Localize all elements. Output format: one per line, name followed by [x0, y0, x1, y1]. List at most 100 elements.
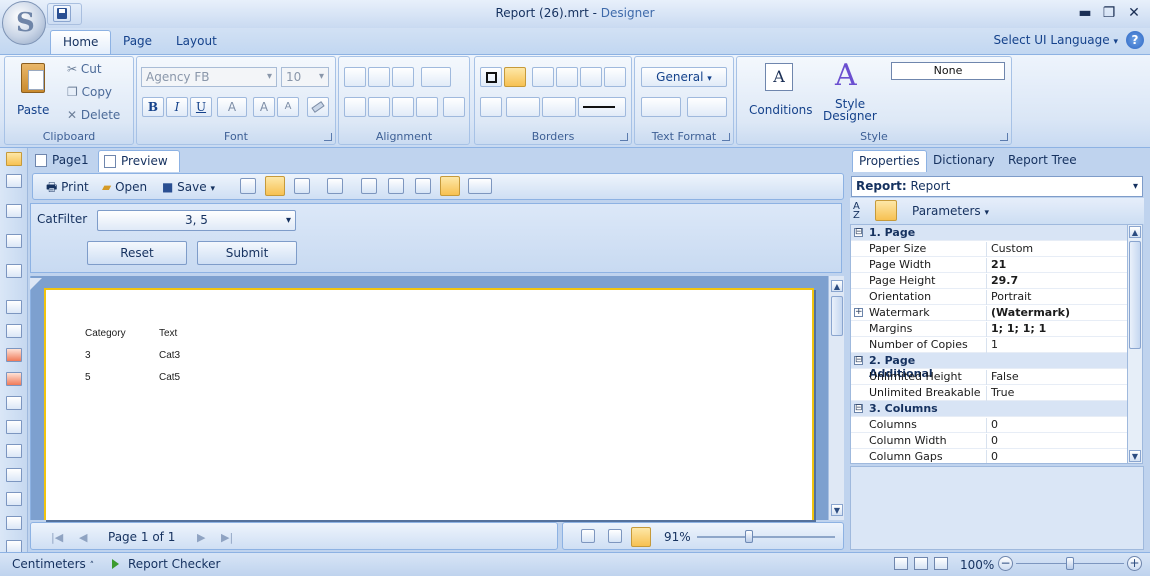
property-value[interactable]: 0 [986, 418, 1127, 433]
cut-button[interactable]: ✂ Cut [67, 62, 102, 76]
export-menu-icon[interactable] [468, 178, 492, 194]
property-row[interactable]: Number of Copies 1 [851, 337, 1127, 353]
save-button[interactable]: ■ Save ▾ [162, 178, 215, 198]
align-justify-icon[interactable] [416, 97, 438, 117]
font-dialog-launcher[interactable] [324, 133, 332, 141]
text-rotation-icon[interactable] [421, 67, 451, 87]
style-designer-button[interactable]: A Style Designer [819, 61, 881, 124]
image-component-icon[interactable] [6, 348, 22, 362]
maximize-button[interactable]: ❐ [1099, 4, 1119, 22]
property-category[interactable]: ⊟ 2. Page Additional [851, 353, 1127, 380]
scroll-thumb[interactable] [1129, 241, 1141, 349]
status-zoom-thumb[interactable] [1066, 557, 1074, 570]
property-row[interactable]: Page Height 29.7 [851, 273, 1127, 289]
last-page-icon[interactable]: ▶| [221, 531, 233, 544]
preview-vertical-scrollbar[interactable]: ▲ ▼ [828, 276, 844, 520]
tab-page1[interactable]: Page1 [30, 150, 95, 172]
minimize-button[interactable]: ▬ [1075, 4, 1095, 22]
object-selector[interactable]: Report: Report [851, 176, 1143, 197]
fill-color-icon[interactable] [506, 97, 540, 117]
text-format-dialog-launcher[interactable] [722, 133, 730, 141]
report-checker-button[interactable]: Report Checker [128, 557, 220, 571]
shape-component-icon[interactable] [6, 444, 22, 458]
two-pages-icon[interactable] [415, 178, 431, 194]
property-value[interactable]: True [986, 386, 1127, 401]
ribbon-tab-layout[interactable]: Layout [164, 30, 229, 54]
next-page-icon[interactable]: ▶ [197, 531, 205, 544]
property-value[interactable]: 1; 1; 1; 1 [986, 322, 1127, 337]
style-dialog-launcher[interactable] [1000, 133, 1008, 141]
property-value[interactable]: Portrait [986, 290, 1127, 305]
collapse-icon[interactable]: ⊟ [854, 404, 863, 413]
editor-icon[interactable] [440, 176, 460, 196]
property-grid-scrollbar[interactable]: ▲ ▼ [1127, 224, 1143, 464]
align-center-icon[interactable] [368, 97, 390, 117]
border-color-icon[interactable] [542, 97, 576, 117]
ribbon-tab-page[interactable]: Page [111, 30, 164, 54]
property-row[interactable]: Paper Size Custom [851, 241, 1127, 257]
continuous-view-icon[interactable] [608, 529, 622, 543]
number-format-icon[interactable] [687, 97, 727, 117]
font-size-combo[interactable]: 10 [281, 67, 329, 87]
align-right-icon[interactable] [392, 97, 414, 117]
align-left-icon[interactable] [344, 97, 366, 117]
property-value[interactable]: Custom [986, 242, 1127, 257]
property-row[interactable]: Margins 1; 1; 1; 1 [851, 321, 1127, 337]
style-selector[interactable]: None [891, 62, 1005, 80]
barcode-component-icon[interactable] [6, 372, 22, 386]
close-button[interactable]: ✕ [1124, 4, 1144, 22]
property-value[interactable]: False [986, 370, 1127, 385]
find-icon[interactable] [327, 178, 343, 194]
grow-font-button[interactable]: A [253, 97, 275, 117]
tab-report-tree[interactable]: Report Tree [1002, 150, 1083, 172]
property-row[interactable]: Unlimited Height False [851, 369, 1127, 385]
property-row[interactable]: Columns 0 [851, 417, 1127, 433]
page-view-status-icon[interactable] [894, 557, 908, 570]
rich-text-component-icon[interactable] [6, 324, 22, 338]
property-row[interactable]: + Watermark (Watermark) [851, 305, 1127, 321]
collapse-icon[interactable]: ⊟ [854, 356, 863, 365]
property-value[interactable]: 29.7 [986, 274, 1127, 289]
first-page-icon[interactable]: |◀ [51, 531, 63, 544]
property-value[interactable]: 0 [986, 434, 1127, 449]
submit-button[interactable]: Submit [197, 241, 297, 265]
bottom-border-icon[interactable] [580, 67, 602, 87]
open-button[interactable]: ▰ Open [102, 178, 147, 196]
left-border-icon[interactable] [556, 67, 578, 87]
borders-dialog-launcher[interactable] [620, 133, 628, 141]
text-format-combo[interactable]: General ▾ [641, 67, 727, 87]
categorized-view-icon[interactable] [875, 200, 897, 221]
parameters-dropdown[interactable]: Parameters ▾ [912, 204, 989, 218]
picture-component-icon[interactable] [6, 516, 22, 530]
single-page-icon[interactable] [240, 178, 256, 194]
scroll-down-icon[interactable]: ▼ [831, 504, 843, 516]
scroll-up-icon[interactable]: ▲ [1129, 226, 1141, 238]
border-style-icon[interactable] [578, 97, 626, 117]
scroll-down-icon[interactable]: ▼ [1129, 450, 1141, 462]
property-category[interactable]: ⊟ 3. Columns [851, 401, 1127, 417]
zoom-out-icon[interactable]: − [998, 556, 1013, 571]
property-row[interactable]: Orientation Portrait [851, 289, 1127, 305]
report-status-icon[interactable] [934, 557, 948, 570]
clear-format-button[interactable] [307, 97, 329, 117]
shrink-font-button[interactable]: A [277, 97, 299, 117]
align-middle-icon[interactable] [368, 67, 390, 87]
sort-alphabetical-icon[interactable]: AZ [853, 202, 871, 221]
band-tool-icon[interactable] [6, 204, 22, 218]
delete-button[interactable]: ✕ Delete [67, 108, 120, 122]
help-icon[interactable]: ? [1126, 31, 1144, 49]
font-color-button[interactable]: A [217, 97, 247, 117]
align-bottom-icon[interactable] [392, 67, 414, 87]
preview-status-icon[interactable] [914, 557, 928, 570]
thumbnails-icon[interactable] [294, 178, 310, 194]
currency-format-icon[interactable] [641, 97, 681, 117]
shadow-icon[interactable] [480, 97, 502, 117]
zoom-in-icon[interactable]: + [1127, 556, 1142, 571]
right-border-icon[interactable] [604, 67, 626, 87]
copy-button[interactable]: ❐ Copy [67, 85, 112, 99]
chart-component-icon[interactable] [6, 468, 22, 482]
underline-button[interactable]: U [190, 97, 212, 117]
select-pointer-icon[interactable] [6, 152, 22, 166]
expand-icon[interactable]: + [854, 308, 863, 317]
component-group-icon[interactable] [6, 264, 22, 278]
